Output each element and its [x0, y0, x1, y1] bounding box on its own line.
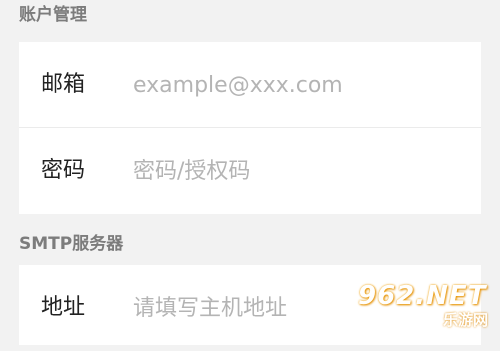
- watermark-logo-text: 962.NET: [358, 281, 487, 311]
- site-watermark: 962.NET 乐游网: [358, 281, 492, 331]
- email-row[interactable]: 邮箱: [19, 42, 481, 128]
- email-input[interactable]: [133, 62, 463, 108]
- smtp-section-title: SMTP服务器: [19, 234, 124, 254]
- password-label: 密码: [41, 158, 86, 183]
- password-input[interactable]: [133, 148, 463, 194]
- watermark-site-name: 乐游网: [442, 311, 488, 329]
- password-row[interactable]: 密码: [19, 128, 481, 214]
- email-label: 邮箱: [41, 72, 86, 97]
- account-settings-card: 邮箱 密码: [19, 42, 481, 214]
- account-section-title: 账户管理: [19, 5, 87, 25]
- address-label: 地址: [41, 295, 86, 320]
